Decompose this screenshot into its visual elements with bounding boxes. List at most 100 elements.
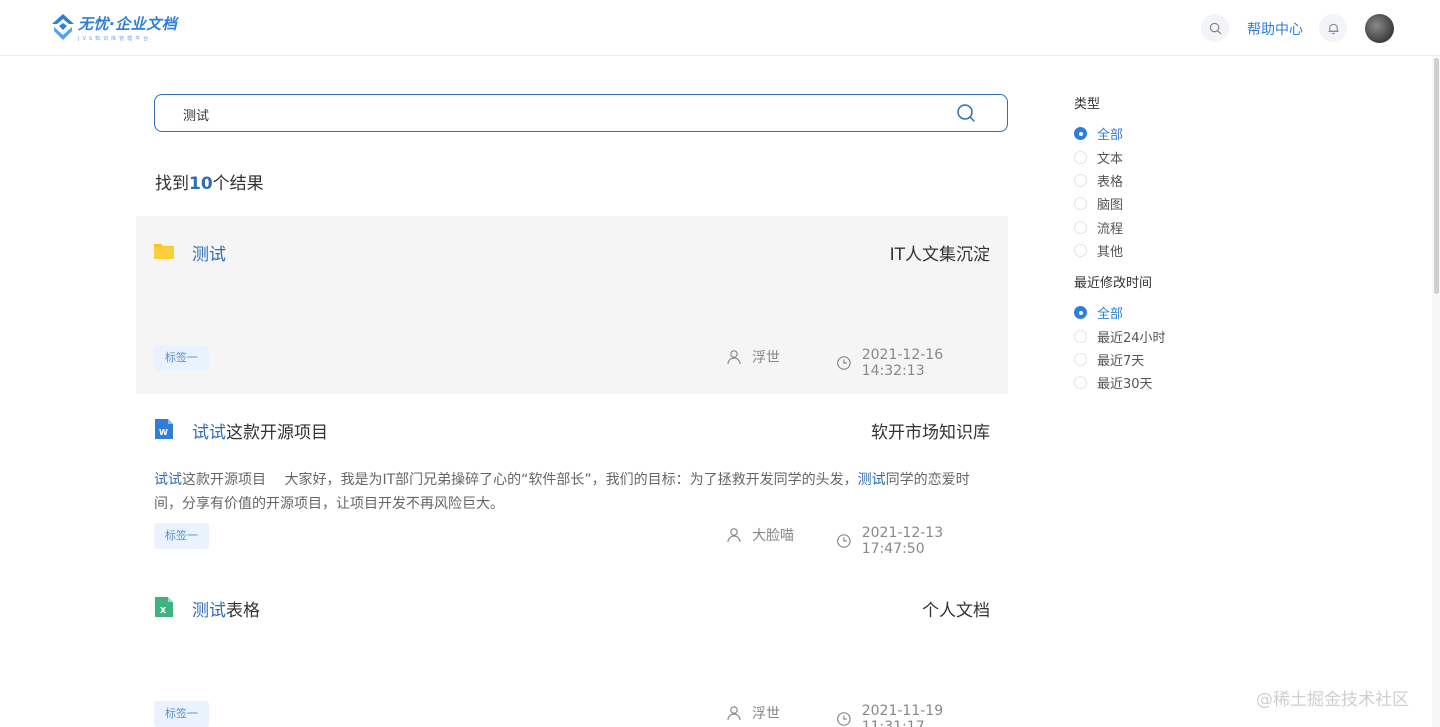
time-option-all[interactable]: 全部	[1074, 301, 1166, 324]
result-title[interactable]: 试试这款开源项目	[192, 418, 328, 443]
time-filter: 最近修改时间 全部 最近24小时 最近7天 最近30天	[1074, 275, 1166, 395]
result-title-highlight: 测试	[192, 245, 226, 265]
radio-label: 流程	[1097, 221, 1124, 237]
radio-button[interactable]	[1074, 376, 1087, 390]
result-space-name[interactable]: IT人文集沉淀	[890, 240, 990, 265]
result-space-name[interactable]: 个人文档	[922, 596, 990, 621]
logo[interactable]: 无忧·企业文档 JVS知识库管理平台	[50, 12, 177, 42]
result-title[interactable]: 测试表格	[192, 596, 260, 621]
result-tag[interactable]: 标签一	[154, 701, 209, 727]
top-header: 无忧·企业文档 JVS知识库管理平台 帮助中心	[0, 0, 1440, 56]
help-center-link[interactable]: 帮助中心	[1247, 19, 1303, 39]
radio-label: 脑图	[1097, 198, 1124, 214]
radio-label: 最近7天	[1097, 353, 1145, 369]
logo-mark-icon	[52, 14, 74, 40]
radio-button[interactable]	[1074, 244, 1087, 258]
radio-button[interactable]	[1074, 127, 1087, 141]
radio-label: 表格	[1097, 174, 1124, 190]
svg-text:X: X	[160, 606, 167, 615]
notification-button[interactable]	[1319, 14, 1347, 42]
folder-icon	[154, 244, 174, 259]
result-tag[interactable]: 标签一	[154, 345, 209, 371]
radio-label: 最近24小时	[1097, 330, 1166, 346]
result-time-value: 2021-12-16 14:32:13	[861, 347, 944, 379]
header-search-button[interactable]	[1201, 14, 1229, 42]
radio-label: 全部	[1097, 128, 1124, 144]
result-time-value: 2021-11-19 11:31:17	[861, 703, 944, 727]
time-option-24h[interactable]: 最近24小时	[1074, 324, 1166, 347]
radio-button[interactable]	[1074, 329, 1087, 343]
result-time: 2021-12-16 14:32:13	[836, 347, 1008, 379]
search-box	[154, 94, 1008, 132]
result-time: 2021-12-13 17:47:50	[836, 525, 1008, 557]
result-author-name: 浮世	[752, 350, 780, 366]
user-avatar[interactable]	[1365, 14, 1394, 43]
excel-sheet-icon: X	[155, 597, 173, 617]
snippet-highlight: 测试	[857, 472, 886, 488]
svg-text:W: W	[159, 428, 168, 437]
type-option-sheet[interactable]: 表格	[1074, 169, 1123, 192]
result-title-highlight: 测试	[192, 601, 226, 621]
result-time: 2021-11-19 11:31:17	[836, 703, 1008, 727]
radio-label: 其他	[1097, 245, 1124, 261]
result-space-name[interactable]: 软开市场知识库	[871, 418, 990, 443]
result-title[interactable]: 测试	[192, 240, 226, 265]
radio-button[interactable]	[1074, 220, 1087, 234]
result-count: 找到10个结果	[155, 169, 264, 194]
result-tag[interactable]: 标签一	[154, 523, 209, 549]
clock-icon	[837, 356, 851, 370]
result-card[interactable]: W 试试这款开源项目 软开市场知识库 试试这款开源项目 大家好，我是为IT部门兄…	[136, 394, 1008, 572]
type-option-all[interactable]: 全部	[1074, 122, 1123, 145]
radio-button[interactable]	[1074, 173, 1087, 187]
user-icon	[727, 350, 741, 365]
result-count-suffix: 个结果	[212, 174, 264, 194]
logo-title: 无忧·企业文档	[78, 14, 178, 33]
radio-label: 全部	[1097, 307, 1124, 323]
time-option-7d[interactable]: 最近7天	[1074, 348, 1166, 371]
result-author: 浮世	[726, 703, 780, 723]
result-author-name: 浮世	[752, 706, 780, 722]
result-title-rest: 这款开源项目	[226, 423, 328, 443]
result-card[interactable]: X 测试表格 个人文档 标签一 浮世 2021-11-19 11:31:17	[136, 572, 1008, 727]
word-doc-icon: W	[155, 419, 173, 439]
time-option-30d[interactable]: 最近30天	[1074, 371, 1166, 394]
result-title-highlight: 试试	[192, 423, 226, 443]
result-title-rest: 表格	[226, 601, 260, 621]
result-count-prefix: 找到	[155, 174, 189, 194]
snippet-highlight: 试试	[154, 472, 182, 488]
type-filter: 类型 全部 文本 表格 脑图 流程 其他	[1074, 96, 1123, 262]
radio-button[interactable]	[1074, 306, 1087, 320]
radio-button[interactable]	[1074, 352, 1087, 366]
snippet-text: 这款开源项目 大家好，我是为IT部门兄弟操碎了心的“软件部长”，我们的目标：为了…	[182, 472, 858, 488]
type-option-mindmap[interactable]: 脑图	[1074, 192, 1123, 215]
logo-text: 无忧·企业文档 JVS知识库管理平台	[78, 13, 177, 42]
radio-label: 文本	[1097, 151, 1124, 167]
clock-icon	[837, 534, 851, 548]
type-option-text[interactable]: 文本	[1074, 145, 1123, 168]
result-card[interactable]: 测试 IT人文集沉淀 标签一 浮世 2021-12-16 14:32:13	[136, 216, 1008, 394]
search-input[interactable]	[183, 104, 923, 124]
result-count-number: 10	[189, 174, 213, 194]
result-author-name: 大脸喵	[752, 528, 794, 544]
type-filter-title: 类型	[1074, 97, 1101, 112]
result-time-value: 2021-12-13 17:47:50	[861, 525, 944, 557]
time-filter-title: 最近修改时间	[1074, 276, 1153, 291]
logo-subtitle: JVS知识库管理平台	[78, 35, 152, 42]
bell-icon	[1327, 23, 1339, 34]
watermark: @稀土掘金技术社区	[1256, 690, 1409, 710]
search-icon	[1209, 22, 1221, 34]
result-author: 大脸喵	[726, 525, 794, 545]
type-option-flow[interactable]: 流程	[1074, 216, 1123, 239]
radio-button[interactable]	[1074, 150, 1087, 164]
page-scrollbar-thumb[interactable]	[1434, 58, 1439, 294]
search-icon	[957, 104, 975, 122]
radio-label: 最近30天	[1097, 377, 1153, 393]
type-option-other[interactable]: 其他	[1074, 239, 1123, 262]
result-author: 浮世	[726, 347, 780, 367]
user-icon	[727, 528, 741, 543]
clock-icon	[837, 712, 851, 726]
result-snippet: 试试这款开源项目 大家好，我是为IT部门兄弟操碎了心的“软件部长”，我们的目标：…	[154, 468, 994, 516]
search-button[interactable]	[955, 102, 977, 124]
radio-button[interactable]	[1074, 197, 1087, 211]
user-icon	[727, 706, 741, 721]
